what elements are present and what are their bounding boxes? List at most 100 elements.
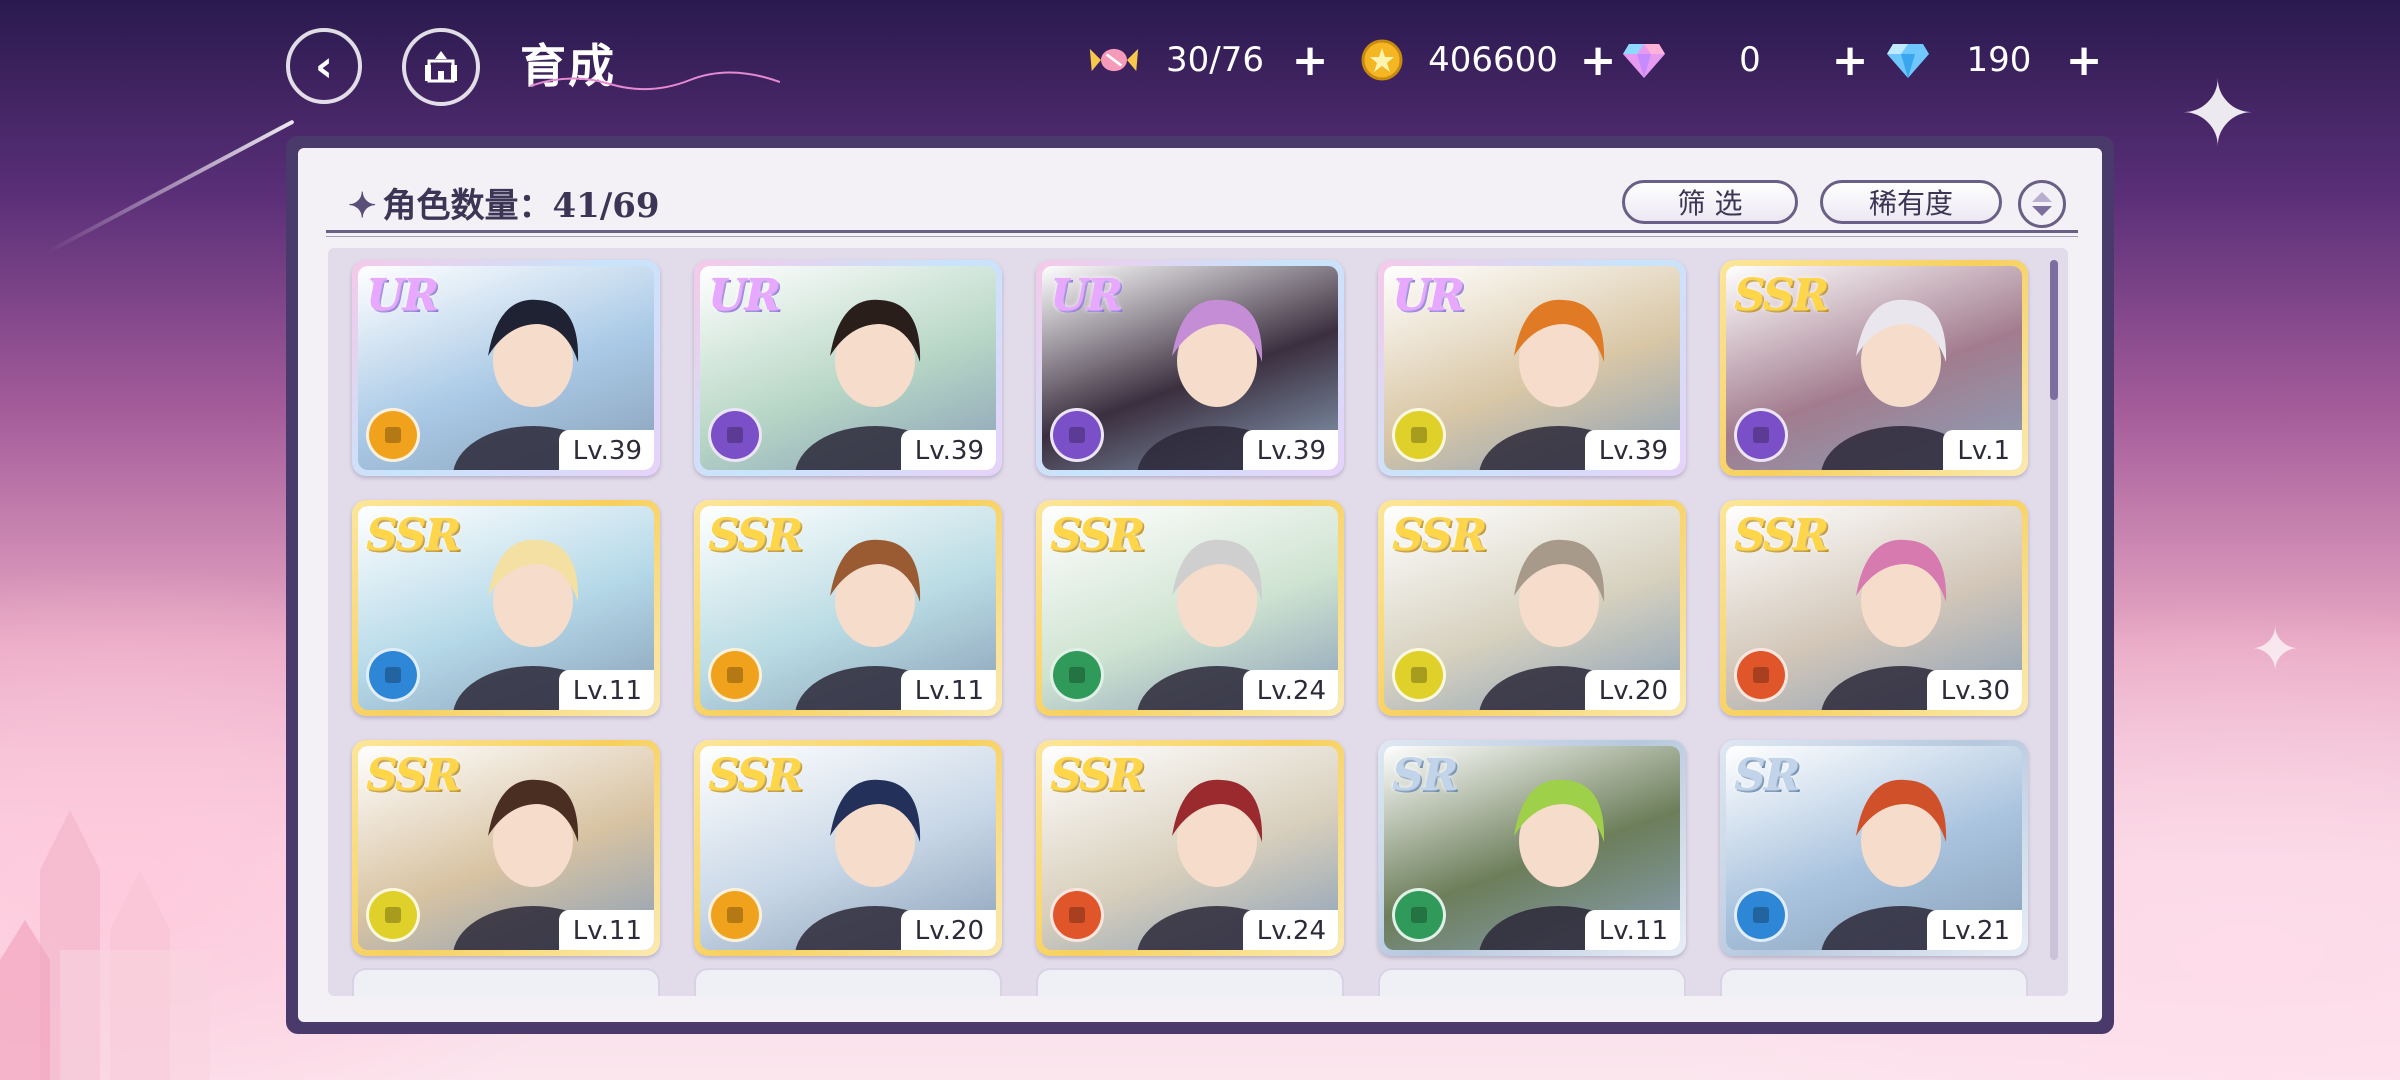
top-bar: ‹ 育成 30/76 + 406600 + 0 + 190 +	[0, 0, 2400, 130]
rarity-badge: SSR	[1734, 510, 1829, 561]
character-card[interactable]: UR Lv.39	[694, 260, 1002, 476]
character-card[interactable]: UR Lv.39	[1378, 260, 1686, 476]
candy-icon	[1088, 34, 1140, 86]
add-gold-button[interactable]: +	[1578, 35, 1618, 86]
rarity-badge: SSR	[708, 750, 803, 801]
stamina-value: 30/76	[1166, 40, 1264, 80]
character-card[interactable]: SSR Lv.11	[352, 500, 660, 716]
castle-background-decoration	[0, 810, 210, 1080]
rarity-badge: SR	[1392, 750, 1458, 801]
grid-scrollbar[interactable]	[2050, 260, 2058, 960]
character-level: Lv.20	[1584, 670, 1680, 710]
back-button[interactable]: ‹	[286, 28, 362, 104]
rainbow-diamond-value: 0	[1739, 40, 1761, 80]
character-portrait: SSR Lv.1	[1726, 266, 2022, 470]
sparkle-icon: ✦	[348, 186, 377, 226]
sort-order-toggle[interactable]	[2018, 180, 2066, 228]
attribute-icon	[708, 648, 762, 702]
rarity-badge: UR	[1050, 270, 1123, 321]
attribute-icon	[366, 888, 420, 942]
attribute-icon	[1734, 648, 1788, 702]
character-card[interactable]: UR Lv.39	[352, 260, 660, 476]
character-portrait: SSR Lv.11	[358, 746, 654, 950]
character-portrait: UR Lv.39	[1384, 266, 1680, 470]
character-portrait: SSR Lv.20	[700, 746, 996, 950]
character-level: Lv.11	[1584, 910, 1680, 950]
attribute-icon	[1050, 888, 1104, 942]
character-level: Lv.39	[1584, 430, 1680, 470]
character-card[interactable]: SSR Lv.11	[694, 500, 1002, 716]
attribute-icon	[366, 408, 420, 462]
add-stamina-button[interactable]: +	[1290, 35, 1330, 86]
add-rainbow-diamond-button[interactable]: +	[1830, 35, 1870, 86]
rarity-badge: UR	[1392, 270, 1465, 321]
character-card[interactable]: SSR Lv.30	[1720, 500, 2028, 716]
character-level: Lv.24	[1242, 910, 1338, 950]
rarity-sort-button[interactable]: 稀有度	[1820, 180, 2002, 224]
attribute-icon	[1734, 888, 1788, 942]
character-portrait: UR Lv.39	[700, 266, 996, 470]
character-panel-inner: ✦ 角色数量：41/69 筛 选 稀有度 UR Lv.39 UR Lv.39 UR Lv.3…	[298, 148, 2102, 1022]
character-panel: ✦ 角色数量：41/69 筛 选 稀有度 UR Lv.39 UR Lv.39 UR Lv.3…	[286, 136, 2114, 1034]
character-level: Lv.39	[900, 430, 996, 470]
rarity-badge: SSR	[1392, 510, 1487, 561]
character-portrait: SSR Lv.24	[1042, 746, 1338, 950]
rarity-badge: UR	[366, 270, 439, 321]
castle-home-icon	[425, 51, 457, 83]
character-card[interactable]: SR Lv.11	[1378, 740, 1686, 956]
rarity-badge: SSR	[366, 510, 461, 561]
character-level: Lv.11	[900, 670, 996, 710]
rainbow-diamond-resource: 0 +	[1618, 32, 1870, 88]
character-card-partial[interactable]	[352, 968, 660, 996]
rainbow-diamond-icon	[1618, 34, 1670, 86]
character-level: Lv.20	[900, 910, 996, 950]
attribute-icon	[366, 648, 420, 702]
home-button[interactable]	[402, 28, 480, 106]
character-level: Lv.1	[1943, 430, 2022, 470]
attribute-icon	[1734, 408, 1788, 462]
character-level: Lv.11	[558, 670, 654, 710]
add-blue-diamond-button[interactable]: +	[2064, 35, 2104, 86]
character-portrait: UR Lv.39	[1042, 266, 1338, 470]
character-portrait: SSR Lv.20	[1384, 506, 1680, 710]
character-portrait: SSR Lv.11	[358, 506, 654, 710]
rarity-badge: SSR	[1050, 750, 1145, 801]
rarity-badge: SSR	[1050, 510, 1145, 561]
character-portrait: SR Lv.21	[1726, 746, 2022, 950]
character-level: Lv.21	[1926, 910, 2022, 950]
attribute-icon	[708, 888, 762, 942]
character-card[interactable]: SSR Lv.11	[352, 740, 660, 956]
character-level: Lv.24	[1242, 670, 1338, 710]
character-card[interactable]: SSR Lv.20	[1378, 500, 1686, 716]
character-card[interactable]: SSR Lv.24	[1036, 740, 1344, 956]
blue-diamond-icon	[1882, 34, 1934, 86]
character-level: Lv.39	[1242, 430, 1338, 470]
sparkle-decoration: ✦	[2250, 615, 2301, 685]
rarity-badge: SSR	[1734, 270, 1829, 321]
character-card[interactable]: SSR Lv.20	[694, 740, 1002, 956]
character-card-partial[interactable]	[1720, 968, 2028, 996]
attribute-icon	[1392, 408, 1446, 462]
attribute-icon	[1050, 408, 1104, 462]
rarity-badge: SR	[1734, 750, 1800, 801]
filter-button[interactable]: 筛 选	[1622, 180, 1798, 224]
character-card-partial[interactable]	[1036, 968, 1344, 996]
character-card[interactable]: SSR Lv.1	[1720, 260, 2028, 476]
character-portrait: SSR Lv.30	[1726, 506, 2022, 710]
blue-diamond-value: 190	[1966, 40, 2032, 80]
character-grid: UR Lv.39 UR Lv.39 UR Lv.39 UR Lv.39 SSR Lv.1 SSR Lv…	[328, 248, 2068, 996]
character-card[interactable]: SR Lv.21	[1720, 740, 2028, 956]
character-card-partial[interactable]	[1378, 968, 1686, 996]
grid-scroll-thumb[interactable]	[2050, 260, 2058, 400]
character-card[interactable]: UR Lv.39	[1036, 260, 1344, 476]
header-divider	[326, 230, 2078, 233]
rarity-badge: SSR	[708, 510, 803, 561]
character-card[interactable]: SSR Lv.24	[1036, 500, 1344, 716]
attribute-icon	[708, 408, 762, 462]
character-level: Lv.11	[558, 910, 654, 950]
character-count-text: 角色数量：41/69	[382, 186, 660, 226]
character-card-partial[interactable]	[694, 968, 1002, 996]
rarity-badge: SSR	[366, 750, 461, 801]
back-arrow-icon: ‹	[314, 40, 334, 92]
title-underline-decoration	[530, 71, 780, 91]
